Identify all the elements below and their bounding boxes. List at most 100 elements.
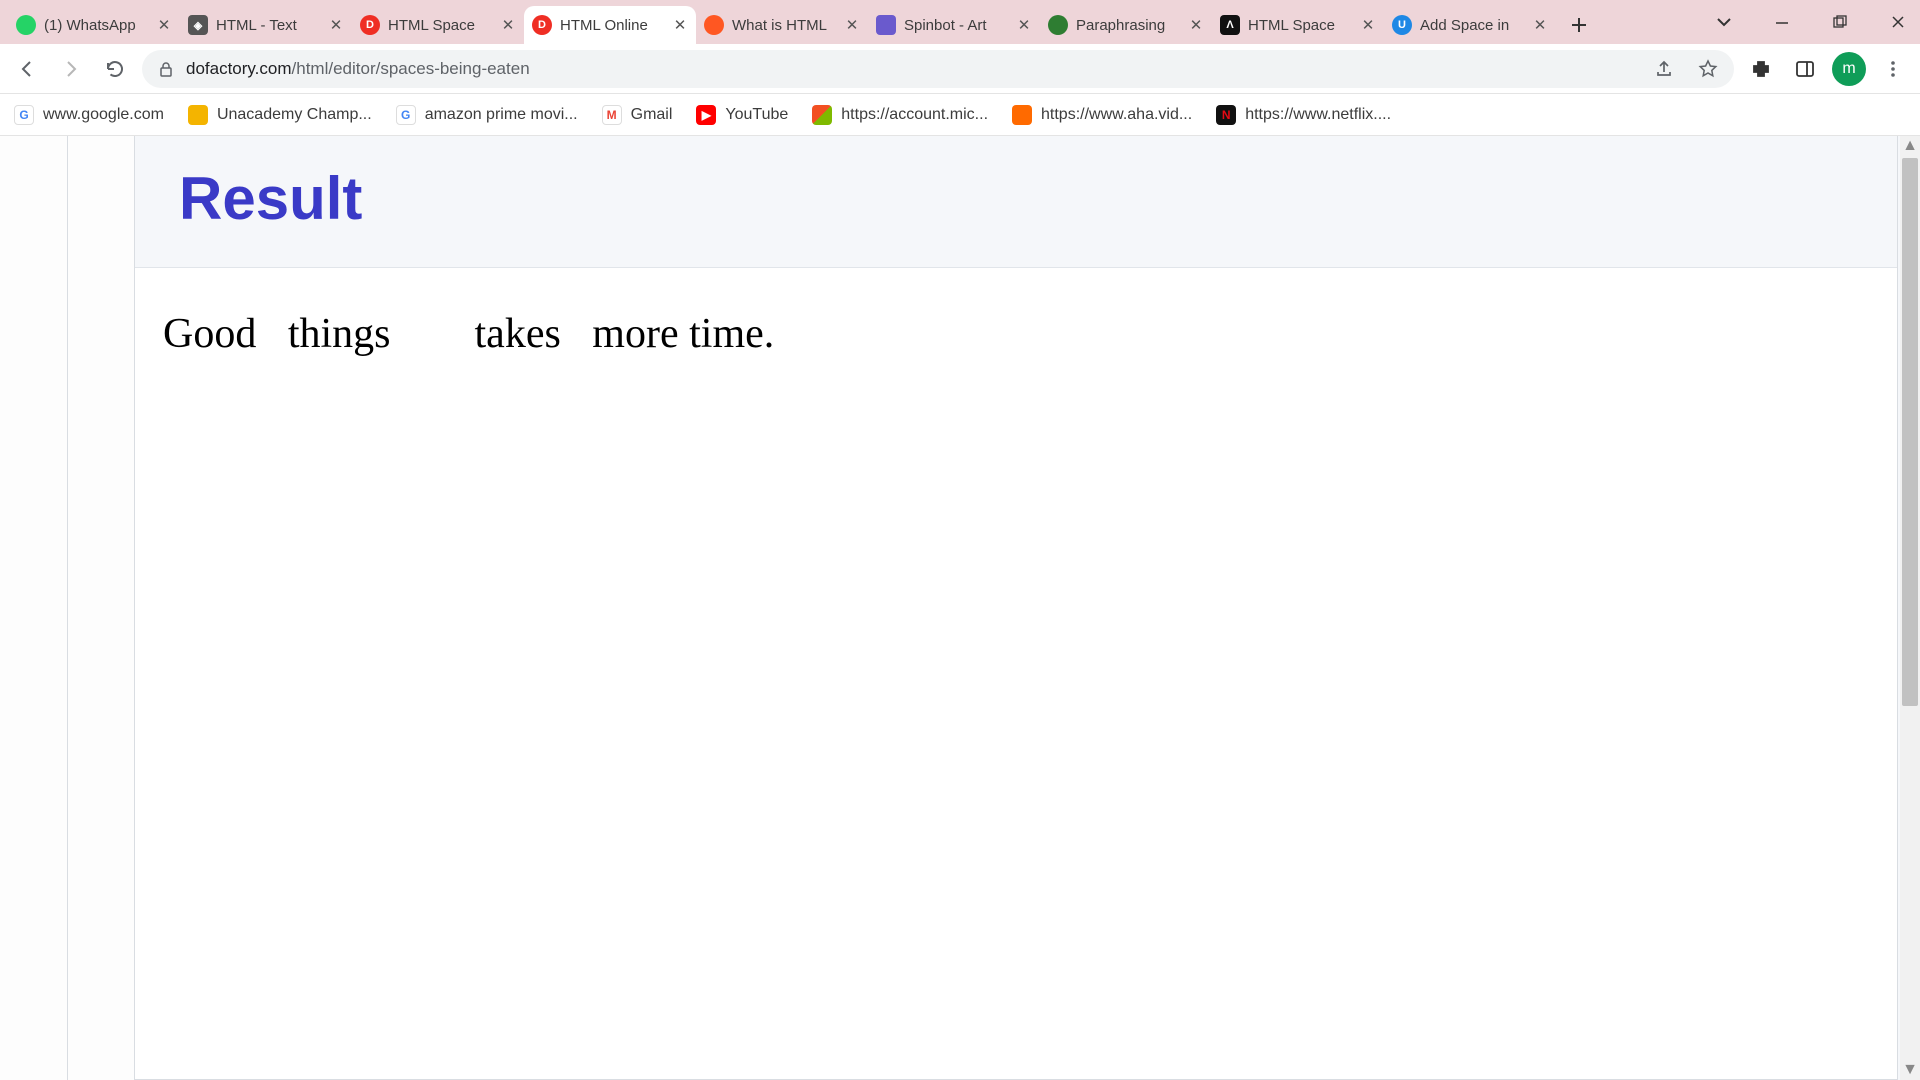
arrow-right-icon xyxy=(61,59,81,79)
tab-spinbot[interactable]: Spinbot - Art ✕ xyxy=(868,6,1040,44)
microsoft-icon xyxy=(812,105,832,125)
tab-search-button[interactable] xyxy=(1710,8,1738,36)
bookmark-label: YouTube xyxy=(725,106,788,124)
bookmark-label: https://www.netflix.... xyxy=(1245,106,1391,124)
tab-paraphrasing[interactable]: Paraphrasing ✕ xyxy=(1040,6,1212,44)
scroll-thumb[interactable] xyxy=(1902,158,1918,706)
scroll-down-icon[interactable]: ▼ xyxy=(1900,1060,1920,1080)
share-icon[interactable] xyxy=(1654,59,1674,79)
paraphrase-icon xyxy=(1048,15,1068,35)
url-path: /html/editor/spaces-being-eaten xyxy=(292,59,530,78)
youtube-icon: ▶ xyxy=(696,105,716,125)
new-tab-button[interactable] xyxy=(1562,8,1596,42)
close-icon[interactable]: ✕ xyxy=(1532,17,1548,33)
avatar-letter: m xyxy=(1842,60,1855,78)
bookmark-gmail[interactable]: M Gmail xyxy=(602,105,673,125)
unacademy-icon xyxy=(188,105,208,125)
tab-title: What is HTML xyxy=(732,17,836,34)
page-viewport: Result Good things takes more time. ▲ ▼ xyxy=(0,136,1920,1080)
dofactory-icon: D xyxy=(532,15,552,35)
gutter-right xyxy=(68,136,134,1080)
bookmark-amazon-prime[interactable]: G amazon prime movi... xyxy=(396,105,578,125)
gutter-left xyxy=(0,136,68,1080)
close-icon[interactable]: ✕ xyxy=(328,17,344,33)
toolbar-right: m xyxy=(1744,52,1910,86)
plus-icon xyxy=(1570,16,1588,34)
minimize-icon xyxy=(1775,15,1789,29)
back-button[interactable] xyxy=(10,52,44,86)
result-header: Result xyxy=(135,136,1897,268)
reload-button[interactable] xyxy=(98,52,132,86)
reload-icon xyxy=(105,59,125,79)
toolbar: dofactory.com/html/editor/spaces-being-e… xyxy=(0,44,1920,94)
bookmark-label: amazon prime movi... xyxy=(425,106,578,124)
panel-icon xyxy=(1795,59,1815,79)
bookmark-youtube[interactable]: ▶ YouTube xyxy=(696,105,788,125)
extensions-button[interactable] xyxy=(1744,52,1778,86)
menu-button[interactable] xyxy=(1876,52,1910,86)
tab-title: Add Space in xyxy=(1420,17,1524,34)
tab-title: HTML Space xyxy=(1248,17,1352,34)
tab-title: HTML Online xyxy=(560,17,664,34)
u-icon: U xyxy=(1392,15,1412,35)
bookmark-label: Gmail xyxy=(631,106,673,124)
side-panel-button[interactable] xyxy=(1788,52,1822,86)
close-icon[interactable]: ✕ xyxy=(1016,17,1032,33)
bookmark-netflix[interactable]: N https://www.netflix.... xyxy=(1216,105,1391,125)
scroll-up-icon[interactable]: ▲ xyxy=(1900,136,1920,156)
vertical-scrollbar[interactable]: ▲ ▼ xyxy=(1900,136,1920,1080)
tab-title: HTML Space xyxy=(388,17,492,34)
tab-what-is-html[interactable]: What is HTML ✕ xyxy=(696,6,868,44)
diamond-icon: ◈ xyxy=(188,15,208,35)
bookmark-label: Unacademy Champ... xyxy=(217,106,372,124)
result-heading: Result xyxy=(179,164,1853,233)
tab-add-space[interactable]: U Add Space in ✕ xyxy=(1384,6,1556,44)
puzzle-icon xyxy=(1751,59,1771,79)
tab-html-text[interactable]: ◈ HTML - Text ✕ xyxy=(180,6,352,44)
profile-avatar[interactable]: m xyxy=(1832,52,1866,86)
tab-html-online[interactable]: D HTML Online ✕ xyxy=(524,6,696,44)
tab-title: Paraphrasing xyxy=(1076,17,1180,34)
address-text: dofactory.com/html/editor/spaces-being-e… xyxy=(186,59,530,79)
bookmark-google[interactable]: G www.google.com xyxy=(14,105,164,125)
bookmark-unacademy[interactable]: Unacademy Champ... xyxy=(188,105,372,125)
aha-icon xyxy=(1012,105,1032,125)
close-icon[interactable]: ✕ xyxy=(156,17,172,33)
google-icon: G xyxy=(14,105,34,125)
url-domain: dofactory.com xyxy=(186,59,292,78)
tab-strip: (1) WhatsApp ✕ ◈ HTML - Text ✕ D HTML Sp… xyxy=(0,0,1920,44)
bookmark-aha[interactable]: https://www.aha.vid... xyxy=(1012,105,1192,125)
bookmark-label: https://account.mic... xyxy=(841,106,988,124)
close-icon[interactable]: ✕ xyxy=(844,17,860,33)
close-icon xyxy=(1891,15,1905,29)
bookmarks-bar: G www.google.com Unacademy Champ... G am… xyxy=(0,94,1920,136)
bookmark-microsoft-account[interactable]: https://account.mic... xyxy=(812,105,988,125)
bookmark-label: www.google.com xyxy=(43,106,164,124)
close-icon[interactable]: ✕ xyxy=(500,17,516,33)
lambda-icon: Λ xyxy=(1220,15,1240,35)
lock-icon xyxy=(158,61,174,77)
result-output: Good things takes more time. xyxy=(135,268,1897,400)
tab-title: HTML - Text xyxy=(216,17,320,34)
star-icon[interactable] xyxy=(1698,59,1718,79)
close-icon[interactable]: ✕ xyxy=(672,17,688,33)
kebab-icon xyxy=(1884,60,1902,78)
address-bar[interactable]: dofactory.com/html/editor/spaces-being-e… xyxy=(142,50,1734,88)
editor-gutter xyxy=(0,136,134,1080)
result-panel: Result Good things takes more time. xyxy=(134,136,1898,1080)
tab-title: Spinbot - Art xyxy=(904,17,1008,34)
tab-html-space-1[interactable]: D HTML Space ✕ xyxy=(352,6,524,44)
tab-html-space-2[interactable]: Λ HTML Space ✕ xyxy=(1212,6,1384,44)
close-icon[interactable]: ✕ xyxy=(1360,17,1376,33)
minimize-button[interactable] xyxy=(1768,8,1796,36)
close-icon[interactable]: ✕ xyxy=(1188,17,1204,33)
maximize-icon xyxy=(1833,15,1847,29)
tab-whatsapp[interactable]: (1) WhatsApp ✕ xyxy=(8,6,180,44)
forward-button[interactable] xyxy=(54,52,88,86)
arrow-left-icon xyxy=(17,59,37,79)
netflix-icon: N xyxy=(1216,105,1236,125)
bookmark-label: https://www.aha.vid... xyxy=(1041,106,1192,124)
maximize-button[interactable] xyxy=(1826,8,1854,36)
gmail-icon: M xyxy=(602,105,622,125)
close-window-button[interactable] xyxy=(1884,8,1912,36)
